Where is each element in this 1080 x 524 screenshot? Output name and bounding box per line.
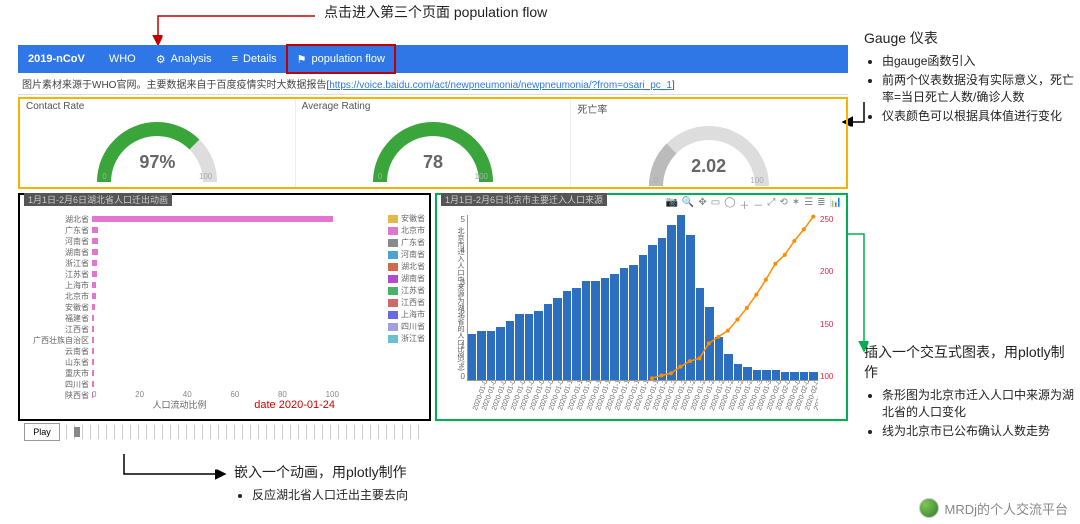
nav-tab-who[interactable]: WHO bbox=[99, 45, 146, 73]
gauge: 97% 0100 bbox=[82, 114, 232, 179]
barh-row: 江西省 bbox=[30, 324, 339, 334]
gauge-card: Average Rating 78 0100 bbox=[296, 99, 572, 187]
right-x-axis: 2020-01-012020-01-022020-01-032020-01-04… bbox=[467, 381, 818, 417]
barh-row: 浙江省 bbox=[30, 258, 339, 268]
barh-row: 广东省 bbox=[30, 225, 339, 235]
barh-row: 湖南省 bbox=[30, 247, 339, 257]
pan-icon[interactable]: ✥ bbox=[698, 197, 706, 212]
camera-icon[interactable]: 📷 bbox=[665, 197, 677, 212]
barh-row: 北京市 bbox=[30, 291, 339, 301]
left-legend: 安徽省北京市广东省河南省湖北省湖南省江苏省江西省上海市四川省浙江省 bbox=[388, 213, 425, 345]
right-y1-axis: 543210 bbox=[439, 215, 465, 381]
play-button[interactable]: Play bbox=[24, 423, 60, 441]
zoom-in-icon[interactable]: ＋ bbox=[739, 197, 749, 212]
gauge: 78 0100 bbox=[358, 114, 508, 179]
barh-row: 福建省 bbox=[30, 313, 339, 323]
autoscale-icon[interactable]: ⤢ bbox=[767, 197, 775, 212]
app-window: 2019-nCoV WHO⚙Analysis≡Details⚑populatio… bbox=[18, 45, 848, 421]
barh-row: 山东省 bbox=[30, 357, 339, 367]
annotation-right-chart: 插入一个交互式图表，用plotly制作 条形图为北京市迁入人口中来源为湖北省的人… bbox=[864, 342, 1074, 441]
gauge: 2.02 0100 bbox=[634, 118, 784, 183]
barh-row: 河南省 bbox=[30, 236, 339, 246]
annotation-gauge: Gauge 仪表 由gauge函数引入前两个仪表数据没有实际意义，死亡率=当日死… bbox=[864, 28, 1074, 126]
nav-tab-details[interactable]: ≡Details bbox=[222, 45, 287, 73]
watermark: MRDj的个人交流平台 bbox=[919, 498, 1069, 518]
watermark-logo-icon bbox=[919, 498, 939, 518]
nav-icon: ≡ bbox=[232, 53, 238, 65]
plotly-toolbar: 📷 🔍 ✥ ▭ ◯ ＋ － ⤢ ⟲ ✶ ☰ ≣ 📊 bbox=[665, 197, 842, 212]
lasso-icon[interactable]: ◯ bbox=[724, 197, 735, 212]
barh-row: 安徽省 bbox=[30, 302, 339, 312]
left-chart-title: 1月1日-2月6日湖北省人口迁出动画 bbox=[24, 193, 172, 206]
source-subheader: 图片素材来源于WHO官网。主要数据来自于百度疫情实时大数据报告[https://… bbox=[18, 73, 848, 95]
spikes-icon[interactable]: ✶ bbox=[792, 197, 800, 212]
annotation-top: 点击进入第三个页面 population flow bbox=[324, 2, 547, 22]
zoom-icon[interactable]: 🔍 bbox=[682, 197, 694, 212]
reset-icon[interactable]: ⟲ bbox=[779, 197, 787, 212]
gauge-card: Contact Rate 97% 0100 bbox=[20, 99, 296, 187]
barh-row: 广西壮族自治区 bbox=[30, 335, 339, 345]
left-animated-chart: 1月1日-2月6日湖北省人口迁出动画 湖北省广东省河南省湖南省浙江省江苏省上海市… bbox=[18, 193, 431, 421]
gauge-row: Contact Rate 97% 0100 Average Rating 78 … bbox=[18, 97, 848, 189]
barh-row: 云南省 bbox=[30, 346, 339, 356]
source-link[interactable]: https://voice.baidu.com/act/newpneumonia… bbox=[329, 80, 672, 91]
gauge-card: 死亡率 2.02 0100 bbox=[571, 99, 846, 187]
barh-row: 湖北省 bbox=[30, 214, 339, 224]
right-interactive-chart: 1月1日-2月6日北京市主要迁入人口来源 📷🔍✥▭◯＋－⤢⟲✶☰≣📊 北京市迁入… bbox=[435, 193, 848, 421]
nav-tab-population-flow[interactable]: ⚑population flow bbox=[287, 45, 395, 73]
nav-tab-analysis[interactable]: ⚙Analysis bbox=[146, 45, 222, 73]
right-y2-axis: 250200150100 bbox=[820, 215, 842, 381]
zoom-out-icon[interactable]: － bbox=[753, 197, 763, 212]
logo-icon[interactable]: 📊 bbox=[830, 197, 842, 212]
barh-row: 上海市 bbox=[30, 280, 339, 290]
barh-row: 四川省 bbox=[30, 379, 339, 389]
confirmed-line bbox=[652, 217, 813, 379]
animation-slider[interactable] bbox=[66, 425, 421, 439]
right-chart-title: 1月1日-2月6日北京市主要迁入人口来源 bbox=[441, 193, 607, 206]
date-stamp: date 2020-01-24 bbox=[254, 399, 335, 411]
hover-icon[interactable]: ☰ bbox=[804, 197, 813, 212]
nav-icon: ⚙ bbox=[156, 53, 166, 66]
annotation-bottom: 嵌入一个动画，用plotly制作 反应湖北省人口迁出主要去向 bbox=[234, 462, 494, 505]
navbar: 2019-nCoV WHO⚙Analysis≡Details⚑populatio… bbox=[18, 45, 848, 73]
barh-row: 重庆市 bbox=[30, 368, 339, 378]
compare-icon[interactable]: ≣ bbox=[817, 197, 825, 212]
box-select-icon[interactable]: ▭ bbox=[711, 197, 720, 212]
app-brand: 2019-nCoV bbox=[18, 53, 99, 65]
nav-icon: ⚑ bbox=[297, 53, 307, 66]
barh-row: 江苏省 bbox=[30, 269, 339, 279]
